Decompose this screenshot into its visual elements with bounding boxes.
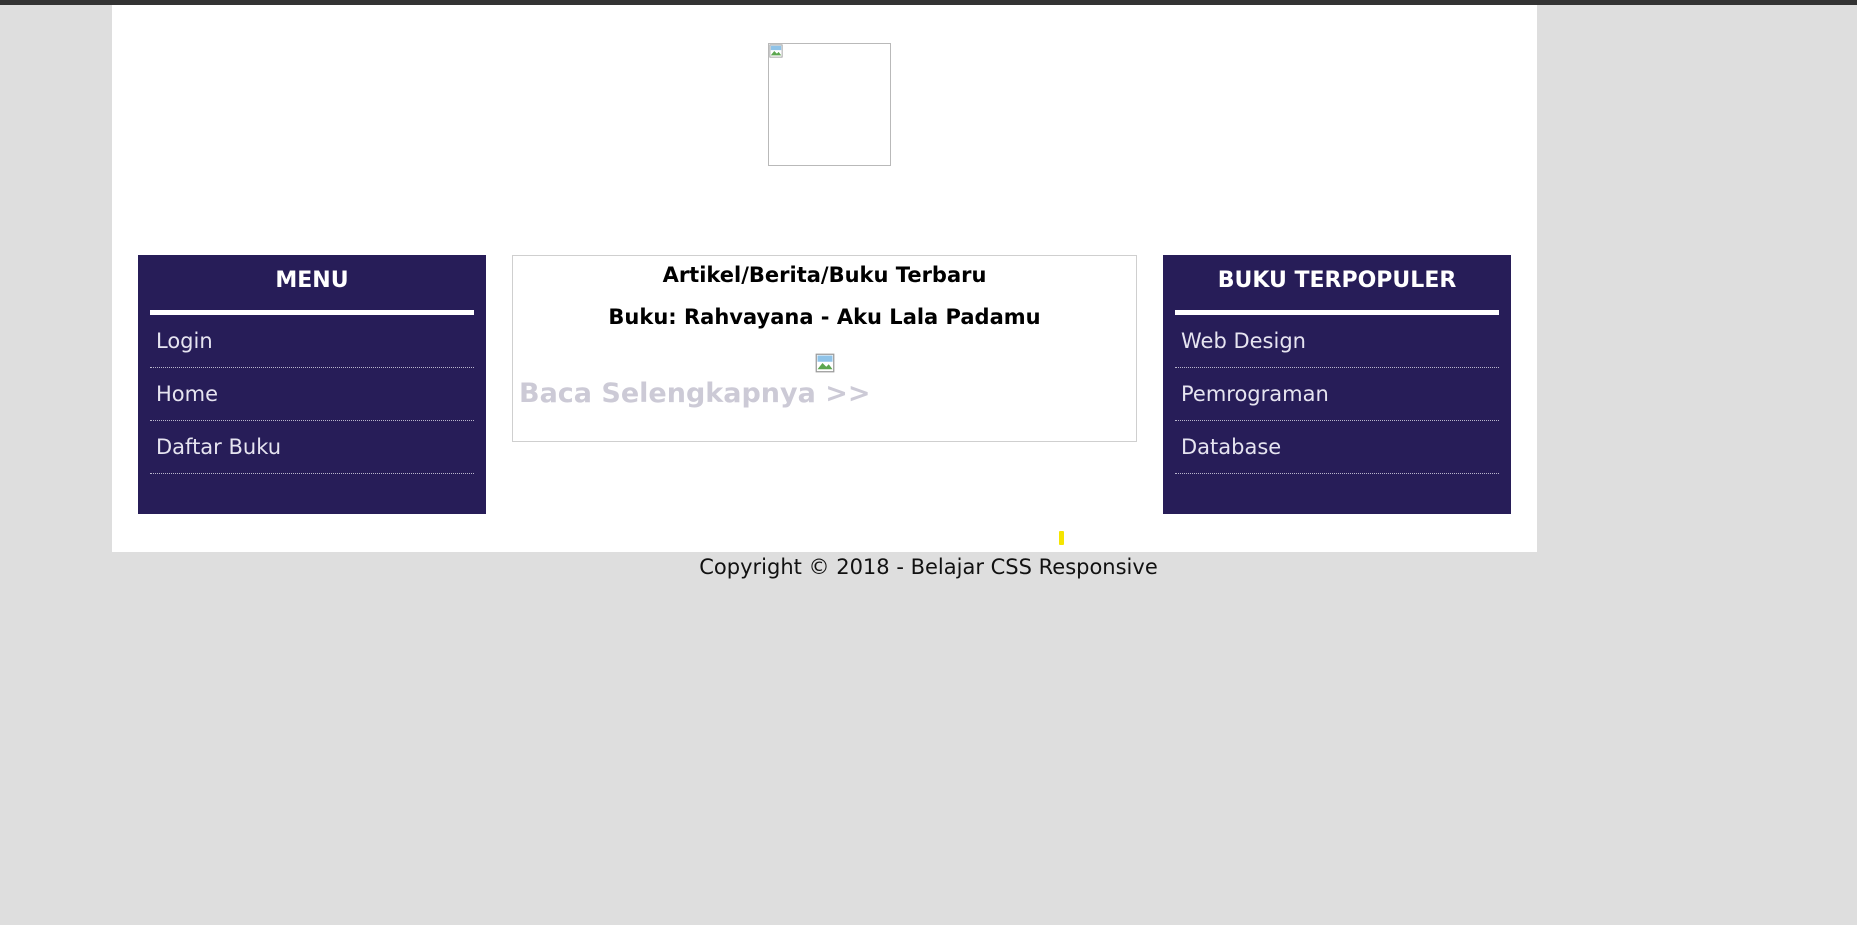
menu-item-login[interactable]: Login [150,315,474,368]
broken-image-icon [815,353,835,373]
text-cursor-marker [1059,531,1064,545]
section-title: Artikel/Berita/Buku Terbaru [662,263,987,287]
broken-image-icon [769,44,783,58]
article-title[interactable]: Buku: Rahvayana - Aku Lala Padamu [513,305,1136,329]
popular-item-database[interactable]: Database [1175,421,1499,474]
read-more-link[interactable]: Baca Selengkapnya >> [519,378,871,409]
popular-item-web-design[interactable]: Web Design [1175,315,1499,368]
popular-books-sidebar: BUKU TERPOPULER Web Design Pemrograman D… [1163,255,1511,514]
latest-article-panel: Artikel/Berita/Buku Terbaru Buku: Rahvay… [512,255,1137,442]
menu-item-daftar-buku[interactable]: Daftar Buku [150,421,474,474]
footer-copyright: Copyright © 2018 - Belajar CSS Responsiv… [699,555,1158,579]
header-logo-image [768,43,891,166]
popular-title: BUKU TERPOPULER [1175,255,1499,315]
menu-sidebar: MENU Login Home Daftar Buku [138,255,486,514]
menu-title: MENU [150,255,474,315]
popular-item-pemrograman[interactable]: Pemrograman [1175,368,1499,421]
menu-item-home[interactable]: Home [150,368,474,421]
page-container: MENU Login Home Daftar Buku Artikel/Beri… [112,5,1537,552]
